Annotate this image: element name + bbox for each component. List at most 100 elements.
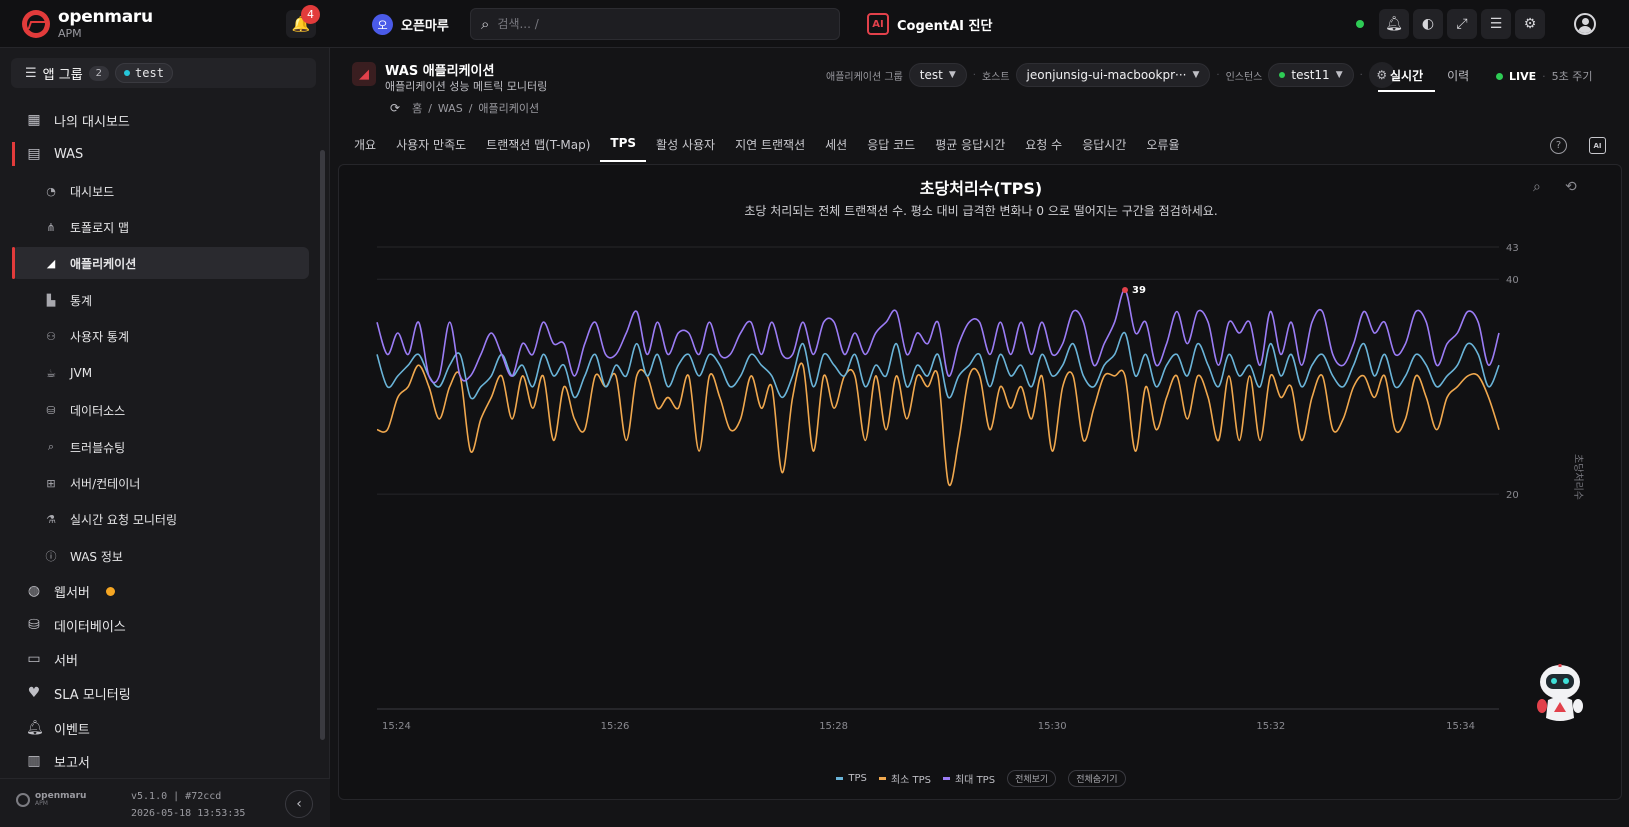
tab-error-rate[interactable]: 오류율 (1136, 130, 1189, 162)
peak-label: 39 (1132, 285, 1146, 296)
nav-events[interactable]: 🔔︎ 이벤트 (12, 712, 309, 744)
nav-webserver[interactable]: ◍ 웹서버 (12, 575, 309, 607)
nav-reports[interactable]: ▥ 보고서 (12, 745, 309, 777)
gauge-icon: ◔ (46, 184, 56, 198)
database-icon: ⛁ (28, 617, 40, 633)
tab-response-time[interactable]: 응답시간 (1072, 130, 1136, 162)
nav-label: 웹서버 (54, 585, 90, 601)
sidebar-scrollbar[interactable] (320, 150, 325, 740)
live-indicator: LIVE · 5초 주기 (1496, 68, 1593, 84)
nav-was[interactable]: ▤ WAS (12, 138, 309, 170)
globe-icon: ◍ (27, 583, 41, 599)
legend-swatch (836, 777, 844, 780)
search-box[interactable]: ⌕ (470, 8, 840, 40)
settings-button[interactable]: ⚙ (1515, 9, 1545, 39)
x-tick-label: 15:34 (1446, 721, 1475, 732)
nav-user-statistics[interactable]: ⚇ 사용자 통계 (12, 320, 309, 352)
brand-name: openmaru (58, 7, 153, 27)
chart-panel: 초당처리수(TPS) 초당 처리되는 전체 트랜잭션 수. 평소 대비 급격한 … (338, 164, 1622, 800)
nav-label: 대시보드 (70, 184, 115, 199)
group-select[interactable]: test ▼ (908, 63, 967, 87)
nav-sla-monitoring[interactable]: ♥ SLA 모니터링 (12, 677, 309, 709)
ai-icon: AI (867, 13, 889, 35)
openmaru-logo[interactable]: openmaru APM (22, 9, 153, 39)
nav-was-info[interactable]: ⓘ WAS 정보 (12, 540, 309, 572)
nav-jvm[interactable]: ☕ JVM (12, 357, 309, 389)
breadcrumb-home[interactable]: 홈 (412, 100, 422, 116)
fullscreen-button[interactable]: ⤢ (1447, 9, 1477, 39)
nav-troubleshooting[interactable]: ⌕ 트러블슈팅 (12, 431, 309, 463)
nav-label: WAS (54, 146, 84, 162)
hamburger-icon: ☰ (1489, 16, 1503, 32)
host-select[interactable]: jeonjunsig-ui-macbookpr··· ▼ (1015, 63, 1211, 87)
x-tick-label: 15:24 (382, 721, 411, 732)
app-group-chip[interactable]: test (115, 63, 173, 83)
cogentai-diagnosis-button[interactable]: AI CogentAI 진단 (867, 13, 992, 35)
instance-select[interactable]: test11 ▼ (1268, 63, 1354, 87)
user-avatar-icon[interactable] (1574, 13, 1596, 35)
breadcrumb: ⟳ 홈 / WAS / 애플리케이션 (390, 100, 540, 116)
version-text: v5.1.0 | #72ccd (131, 791, 222, 802)
nav-server-container[interactable]: ⊞ 서버/컨테이너 (12, 467, 309, 499)
chevron-down-icon: ▼ (1335, 70, 1343, 80)
tab-request-count[interactable]: 요청 수 (1015, 130, 1072, 162)
tab-overview[interactable]: 개요 (344, 130, 386, 162)
mode-tab-realtime[interactable]: 실시간 (1378, 63, 1436, 92)
tab-tps[interactable]: TPS (600, 130, 647, 162)
nav-statistics[interactable]: ▙ 통계 (12, 284, 309, 316)
connection-status-dot (1356, 20, 1364, 28)
legend-max-tps[interactable]: 최대 TPS (942, 771, 995, 786)
tps-chart[interactable]: 20 40 43 15:24 15:26 15:28 15:30 15:32 15:34 초당처리… (339, 165, 1623, 765)
nav-application[interactable]: ◢ 애플리케이션 (12, 247, 309, 279)
tab-response-codes[interactable]: 응답 코드 (857, 130, 925, 162)
nav-label: 실시간 요청 모니터링 (70, 512, 177, 527)
refresh-icon[interactable]: ⟳ (390, 101, 400, 115)
dashboard-grid-icon: ▦ (27, 112, 41, 128)
menu-button[interactable]: ☰ (1481, 9, 1511, 39)
show-all-button[interactable]: 전체보기 (1007, 770, 1057, 787)
nav-my-dashboard[interactable]: ▦ 나의 대시보드 (12, 104, 309, 136)
nav-realtime-request-monitoring[interactable]: ⚗ 실시간 요청 모니터링 (12, 503, 309, 535)
tab-transaction-map[interactable]: 트랜잭션 맵(T-Map) (476, 130, 600, 162)
host-select-value: jeonjunsig-ui-macbookpr··· (1026, 68, 1187, 82)
topology-icon: ⋔ (46, 220, 56, 234)
app-group-selector[interactable]: ☰ 앱 그룹 2 test (11, 58, 316, 88)
nav-was-dashboard[interactable]: ◔ 대시보드 (12, 175, 309, 207)
collapse-sidebar-button[interactable]: ‹ (285, 790, 313, 818)
mode-tabs: 실시간 이력 (1378, 63, 1481, 92)
hide-all-button[interactable]: 전체숨기기 (1068, 770, 1126, 787)
nav-label: JVM (70, 366, 93, 380)
tab-avg-response-time[interactable]: 평균 응답시간 (925, 130, 1015, 162)
app-group-chip-label: test (135, 66, 164, 80)
filter-bar: 애플리케이션 그룹 test ▼ · 호스트 jeonjunsig-ui-macb… (826, 62, 1395, 88)
ai-assistant-robot-icon[interactable] (1534, 660, 1586, 728)
tab-user-satisfaction[interactable]: 사용자 만족도 (386, 130, 476, 162)
mode-tab-history[interactable]: 이력 (1435, 63, 1481, 92)
theme-toggle-button[interactable]: ◐ (1413, 9, 1443, 39)
tab-sessions[interactable]: 세션 (815, 130, 857, 162)
chevron-left-icon: ‹ (296, 796, 302, 812)
breadcrumb-was[interactable]: WAS (438, 102, 463, 115)
nav-label: 보고서 (54, 755, 90, 771)
search-input[interactable] (497, 17, 798, 31)
peak-marker (1122, 286, 1128, 293)
ai-panel-icon[interactable]: AI (1589, 137, 1606, 154)
host-filter-label: 호스트 (981, 71, 1010, 83)
tab-active-users[interactable]: 활성 사용자 (646, 130, 725, 162)
legend-swatch (878, 777, 886, 780)
nav-datasource[interactable]: ⛁ 데이터소스 (12, 394, 309, 426)
metric-tabs: 개요 사용자 만족도 트랜잭션 맵(T-Map) TPS 활성 사용자 지연 트… (344, 130, 1190, 162)
help-icon[interactable]: ? (1550, 137, 1567, 154)
database-icon: ⛁ (46, 403, 56, 417)
tab-delayed-transactions[interactable]: 지연 트랜잭션 (725, 130, 815, 162)
legend-tps[interactable]: TPS (836, 773, 867, 784)
nav-database[interactable]: ⛁ 데이터베이스 (12, 609, 309, 641)
alarm-button[interactable]: 🔔︎ (1379, 9, 1409, 39)
nav-topology-map[interactable]: ⋔ 토폴로지 맵 (12, 211, 309, 243)
area-chart-icon: ◢ (352, 62, 376, 86)
nav-server[interactable]: ▭ 서버 (12, 643, 309, 675)
legend-min-tps[interactable]: 최소 TPS (878, 771, 931, 786)
org-switcher[interactable]: 오 오픈마루 (372, 14, 449, 35)
live-label: LIVE (1509, 69, 1537, 83)
app-group-count: 2 (88, 65, 110, 81)
